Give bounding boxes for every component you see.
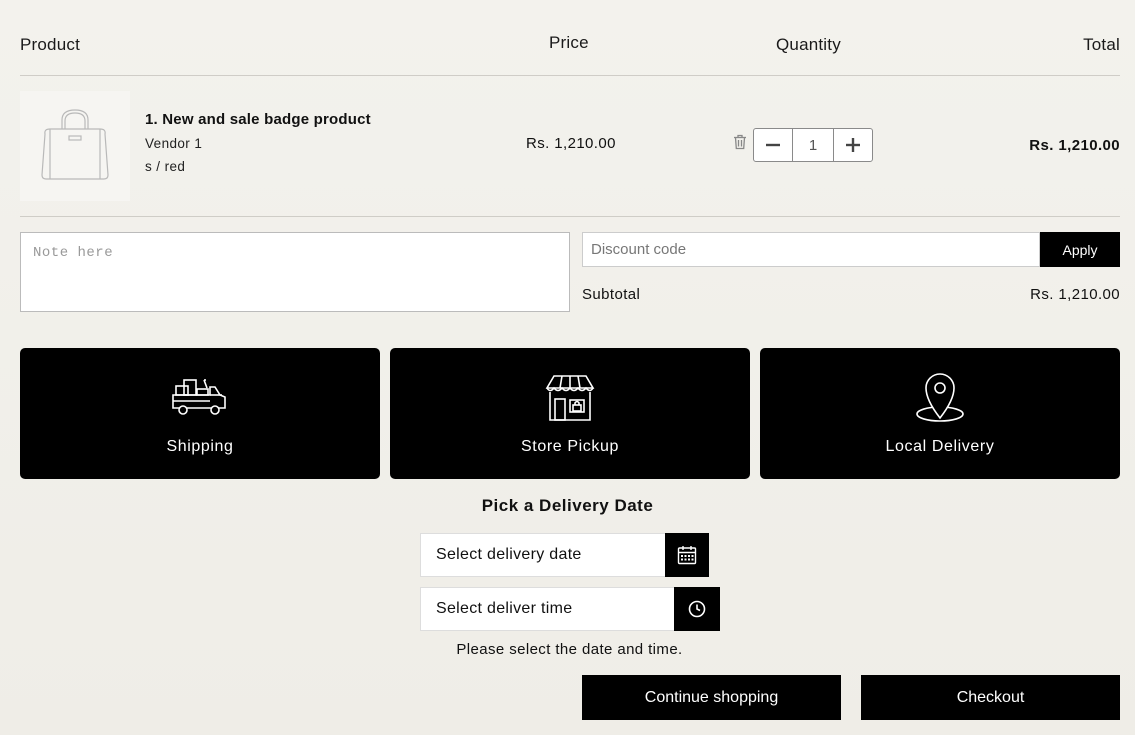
increase-quantity-button[interactable] [834,129,872,161]
handbag-icon [41,109,109,180]
item-total: Rs. 1,210.00 [1029,137,1120,154]
delivery-option-local-delivery[interactable]: Local Delivery [760,348,1120,479]
delivery-option-label: Local Delivery [885,438,995,455]
clock-icon [688,600,706,618]
order-note-textarea[interactable] [20,232,570,312]
product-name[interactable]: 1. New and sale badge product [145,111,371,128]
delivery-option-label: Store Pickup [521,438,619,455]
delivery-date-title: Pick a Delivery Date [481,496,654,515]
truck-icon [172,379,226,415]
continue-shopping-button[interactable]: Continue shopping [582,675,841,720]
delivery-time-field[interactable]: Select deliver time [420,587,675,631]
open-calendar-button[interactable] [665,533,709,577]
calendar-icon [677,546,697,565]
delivery-hint: Please select the date and time. [456,641,683,658]
header-quantity: Quantity [776,35,841,54]
product-thumbnail[interactable] [20,91,130,201]
store-icon [545,375,595,421]
delivery-date-field[interactable]: Select delivery date [420,533,666,577]
apply-discount-button[interactable]: Apply [1040,232,1120,267]
delivery-option-store-pickup[interactable]: Store Pickup [390,348,750,479]
header-divider [20,75,1120,76]
open-time-picker-button[interactable] [674,587,720,631]
subtotal-value: Rs. 1,210.00 [1030,286,1120,303]
item-price: Rs. 1,210.00 [526,135,616,152]
quantity-input[interactable]: 1 [792,129,834,161]
minus-icon [766,143,781,147]
product-variant: s / red [145,159,186,174]
delivery-option-label: Shipping [166,438,234,455]
plus-icon [845,138,860,152]
decrease-quantity-button[interactable] [754,129,792,161]
map-pin-icon [916,373,964,422]
discount-code-input[interactable] [582,232,1040,267]
checkout-button[interactable]: Checkout [861,675,1120,720]
subtotal-label: Subtotal [582,286,641,303]
header-product: Product [20,35,80,54]
product-vendor: Vendor 1 [145,136,203,151]
item-divider [20,216,1120,217]
delivery-option-shipping[interactable]: Shipping [20,348,380,479]
trash-icon[interactable] [733,134,747,155]
quantity-stepper: 1 [753,128,873,162]
header-price: Price [549,33,589,52]
header-total: Total [1083,35,1120,54]
